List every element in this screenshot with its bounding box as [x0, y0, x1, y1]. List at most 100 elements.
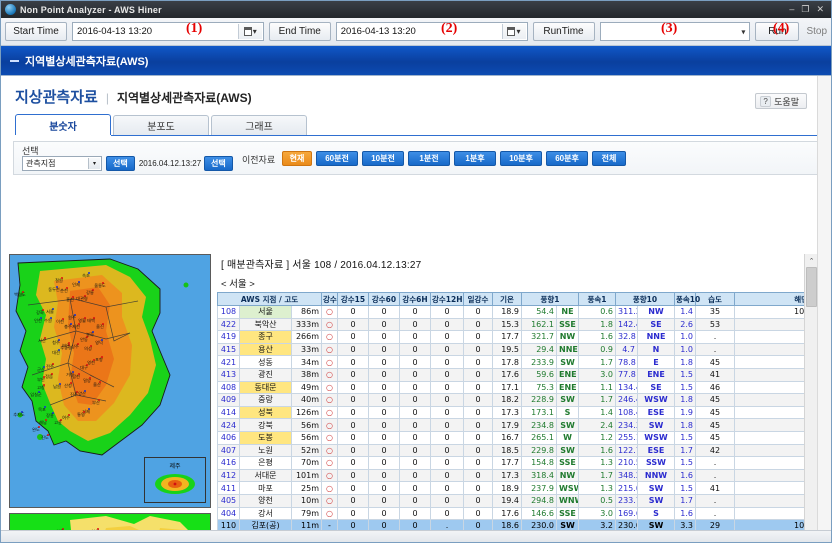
chip-1min-after[interactable]: 1분후 — [454, 151, 496, 166]
table-row[interactable]: 419 종구 266m ○ 0 0 0 0 0 17.7 321.7 NW 1.6 32.8 NNE 1.0.… — [218, 331, 832, 344]
cell-winddir10: 169.6 — [616, 507, 638, 520]
cell-rain12h: 0 — [431, 331, 464, 344]
chip-60min-before[interactable]: 60분전 — [316, 151, 358, 166]
map-station-label: 대전 — [52, 350, 60, 356]
cell-rain: ○ — [322, 444, 338, 457]
cell-station-name: 동대문 — [240, 381, 292, 394]
close-button[interactable]: ✕ — [816, 5, 824, 14]
col-rain[interactable]: 강수 — [322, 293, 338, 306]
station-select-value: 관측지점 — [26, 158, 55, 169]
table-row[interactable]: 416은평70m○0000017.7154.8SSE1.3210.5SSW1.5… — [218, 457, 832, 470]
runtime-button[interactable]: RunTime — [533, 22, 595, 41]
table-row[interactable]: 411마포25m○0000018.9237.9WSW1.3215.0SW1.54… — [218, 482, 832, 495]
col-rain12h[interactable]: 강수12H — [431, 293, 464, 306]
cell-winddir1-compass: NW — [557, 331, 579, 344]
end-time-input[interactable]: 2016-04-13 13:20 ▾ — [336, 22, 528, 41]
chip-current[interactable]: 현재 — [282, 151, 312, 166]
col-winddir10[interactable]: 풍향10 — [616, 293, 675, 306]
cell-rainday: 0 — [464, 356, 493, 369]
chip-all[interactable]: 전체 — [592, 151, 626, 166]
cell-winddir1: 75.3 — [522, 381, 557, 394]
run-button[interactable]: Run — [755, 22, 799, 41]
map-station-label: 서울 — [46, 309, 54, 315]
cell-windspeed1: 0.5 — [579, 494, 616, 507]
col-station[interactable]: AWS 지점 / 고도 — [218, 293, 322, 306]
runtime-select[interactable]: ▾ — [600, 22, 751, 41]
content-area: 지상관측자료 | 지역별상세관측자료(AWS) ? 도움말 분숫자 분포도 그래… — [1, 75, 831, 543]
table-row[interactable]: 409중랑40m○0000018.2228.9SW1.7246.4WSW1.84… — [218, 394, 832, 407]
cell-rain15: 0 — [338, 306, 369, 319]
chip-10min-before[interactable]: 10분전 — [362, 151, 404, 166]
table-row[interactable]: 108서울86m○0000018.954.4NE0.6311.2NW1.4351… — [218, 306, 832, 319]
stop-button[interactable]: Stop — [804, 26, 827, 37]
cell-windspeed1: 0.9 — [579, 343, 616, 356]
tab-bunsuja[interactable]: 분숫자 — [15, 114, 111, 135]
table-row[interactable]: 405양천10m○0000019.4294.8WNW0.5233.7SW1.7.… — [218, 494, 832, 507]
table-row[interactable]: 415용산33m○0000019.529.4NNE0.94.7N1.0..서울특… — [218, 343, 832, 356]
cell-windspeed1: 1.3 — [579, 482, 616, 495]
start-time-calendar-icon[interactable]: ▾ — [238, 24, 262, 39]
cell-station-id: 419 — [218, 331, 240, 344]
window-title: Non Point Analyzer - AWS Hiner — [20, 5, 162, 15]
map-station-label: 이천 — [56, 319, 64, 325]
col-windspd1[interactable]: 풍속1 — [579, 293, 616, 306]
col-windspd10[interactable]: 풍속10 — [675, 293, 696, 306]
cell-windspeed10: 1.0 — [675, 331, 696, 344]
start-time-button[interactable]: Start Time — [5, 22, 67, 41]
help-button[interactable]: ? 도움말 — [755, 93, 807, 109]
table-row[interactable]: 404강서79m○0000017.6146.6SSE3.0169.6S1.6..… — [218, 507, 832, 520]
station-select[interactable]: 관측지점 ▾ — [22, 156, 102, 171]
col-rain60[interactable]: 강수60 — [369, 293, 400, 306]
table-row[interactable]: 422북악산333m○0000015.3162.1SSE1.8142.4SE2.… — [218, 318, 832, 331]
map-station-label: 진도 — [41, 435, 49, 441]
scroll-thumb[interactable] — [806, 267, 817, 307]
cell-winddir10-compass: ENE — [638, 368, 675, 381]
table-vertical-scrollbar[interactable]: ⌃ ⌄ — [804, 254, 817, 543]
table-row[interactable]: 412서대문101m○0000017.3318.4NW1.7348.2NNW1.… — [218, 469, 832, 482]
cell-rain15: 0 — [338, 318, 369, 331]
table-row[interactable]: 408동대문49m○0000017.175.3ENE1.1134.4SE1.54… — [218, 381, 832, 394]
table-row[interactable]: 424강북56m○0000017.9234.8SW2.4234.3SW1.845… — [218, 419, 832, 432]
col-humidity[interactable]: 습도 — [696, 293, 735, 306]
table-row[interactable]: 413 광진 38m ○ 0 0 0 0 0 17.6 59.6 ENE 3.0 77.8 ENE 1.5 41… — [218, 368, 832, 381]
chip-10min-after[interactable]: 10분후 — [500, 151, 542, 166]
table-row[interactable]: 421성동34m○0000017.8233.9SW1.778.8E1.845.서… — [218, 356, 832, 369]
cell-temperature: 18.9 — [493, 482, 522, 495]
cell-windspeed10: 1.8 — [675, 356, 696, 369]
cell-winddir1-compass: NW — [557, 469, 579, 482]
cell-rain60: 0 — [369, 356, 400, 369]
tab-bunpodo[interactable]: 분포도 — [113, 115, 209, 135]
page-vertical-scrollbar[interactable] — [817, 76, 831, 543]
korea-peninsula-map[interactable]: 제주 철원 인제 속초 울릉도 백령도 춘천 동두천 대관령 강릉 홍천 강화 서울 원주 영월 태백 인천 수… — [9, 254, 211, 508]
maximize-button[interactable]: ❐ — [801, 5, 809, 14]
col-rain15[interactable]: 강수15 — [338, 293, 369, 306]
cell-rain60: 0 — [369, 381, 400, 394]
select-button-1[interactable]: 선택 — [106, 156, 135, 171]
table-row[interactable]: 414성북126m○0000017.3173.1S1.4108.4ESE1.94… — [218, 406, 832, 419]
col-temp[interactable]: 기온 — [493, 293, 522, 306]
col-rain6h[interactable]: 강수6H — [400, 293, 431, 306]
tab-bar: 분숫자 분포도 그래프 — [15, 115, 819, 136]
end-time-button[interactable]: End Time — [269, 22, 331, 41]
col-winddir1[interactable]: 풍향1 — [522, 293, 579, 306]
map-station-label: 영덕 — [95, 340, 103, 346]
map-station-label: 양산 — [78, 391, 86, 397]
minimize-button[interactable]: – — [789, 5, 794, 14]
cell-rainday: 0 — [464, 494, 493, 507]
table-row[interactable]: 406도봉56m○0000016.7265.1W1.2255.1WSW1.545… — [218, 431, 832, 444]
cell-humidity: 45 — [696, 356, 735, 369]
tab-graph[interactable]: 그래프 — [211, 115, 307, 135]
chip-1min-before[interactable]: 1분전 — [408, 151, 450, 166]
end-time-calendar-icon[interactable]: ▾ — [502, 24, 526, 39]
cell-altitude: 56m — [292, 431, 322, 444]
cell-humidity: 45 — [696, 406, 735, 419]
section-header-bar: 지역별상세관측자료(AWS) — [1, 46, 831, 75]
table-row[interactable]: 407노원52m○0000018.5229.8SW1.6122.7ESE1.74… — [218, 444, 832, 457]
chip-60min-after[interactable]: 60분후 — [546, 151, 588, 166]
collapse-icon[interactable] — [10, 60, 19, 62]
cell-rain12h: 0 — [431, 444, 464, 457]
start-time-input[interactable]: 2016-04-13 13:20 ▾ — [72, 22, 264, 41]
col-rainday[interactable]: 일강수 — [464, 293, 493, 306]
cell-winddir1: 146.6 — [522, 507, 557, 520]
select-button-2[interactable]: 선택 — [204, 156, 233, 171]
